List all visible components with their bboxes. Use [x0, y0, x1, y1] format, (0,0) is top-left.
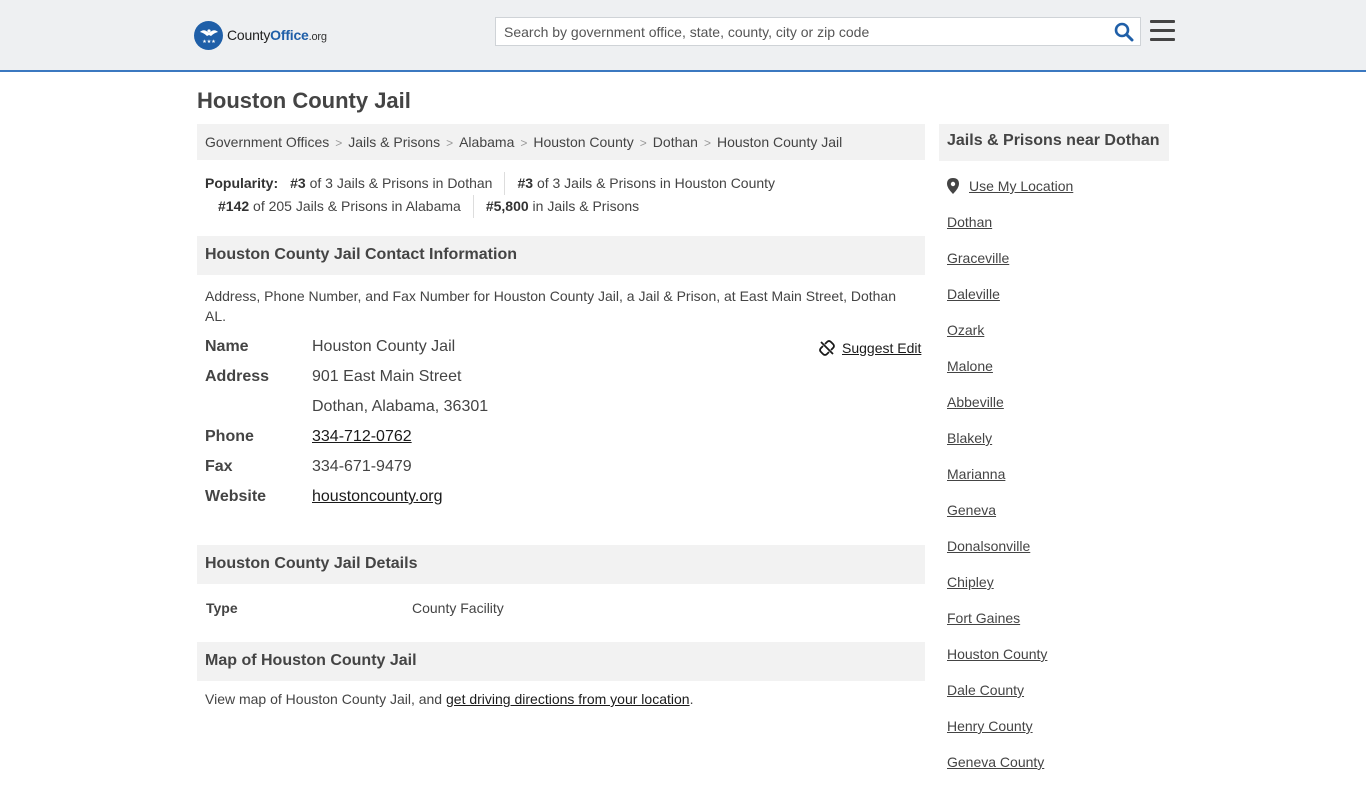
- nearby-link[interactable]: Chipley: [947, 574, 994, 590]
- details-heading: Houston County Jail Details: [197, 545, 925, 584]
- popularity-rank: #142: [218, 198, 250, 214]
- breadcrumb-jails-prisons[interactable]: Jails & Prisons: [348, 134, 440, 150]
- nearby-link[interactable]: Daleville: [947, 286, 1000, 302]
- nearby-link[interactable]: Graceville: [947, 250, 1009, 266]
- popularity-rank: #5,800: [485, 198, 529, 214]
- popularity-text: of 3 Jails & Prisons in Dothan: [309, 175, 493, 191]
- list-item: Dothan: [947, 214, 1047, 250]
- map-description: View map of Houston County Jail, and get…: [205, 691, 693, 707]
- logo-strong: Office: [270, 27, 309, 43]
- page-title: Houston County Jail: [197, 88, 411, 113]
- breadcrumb-houston-county[interactable]: Houston County: [533, 134, 633, 150]
- list-item: Blakely: [947, 430, 1047, 466]
- chevron-right-icon: >: [520, 136, 528, 150]
- name-label: Name: [205, 338, 249, 355]
- list-item: Donalsonville: [947, 538, 1047, 574]
- nearby-list: Dothan Graceville Daleville Ozark Malone…: [947, 214, 1047, 790]
- nearby-link[interactable]: Malone: [947, 358, 993, 374]
- search-icon[interactable]: [1114, 22, 1134, 42]
- website-label: Website: [205, 488, 267, 505]
- fax-label: Fax: [205, 458, 233, 475]
- list-item: Chipley: [947, 574, 1047, 610]
- list-item: Fort Gaines: [947, 610, 1047, 646]
- address-line1: 901 East Main Street: [312, 368, 462, 385]
- chevron-right-icon: >: [703, 136, 711, 150]
- nearby-link[interactable]: Blakely: [947, 430, 992, 446]
- list-item: Marianna: [947, 466, 1047, 502]
- list-item: Malone: [947, 358, 1047, 394]
- popularity-label: Popularity:: [205, 175, 279, 191]
- logo-text: CountyOffice.org: [227, 27, 327, 43]
- contact-description: Address, Phone Number, and Fax Number fo…: [205, 288, 897, 324]
- nearby-link[interactable]: Dothan: [947, 214, 992, 230]
- popularity: Popularity: #3 of 3 Jails & Prisons in D…: [205, 172, 925, 218]
- map-heading: Map of Houston County Jail: [197, 642, 925, 681]
- list-item: Dale County: [947, 682, 1047, 718]
- suggest-edit-button[interactable]: Suggest Edit: [819, 340, 921, 356]
- nearby-link[interactable]: Abbeville: [947, 394, 1004, 410]
- top-bar: ★★★ CountyOffice.org: [0, 0, 1366, 72]
- fax-value: 334-671-9479: [312, 458, 412, 475]
- logo-prefix: County: [227, 27, 271, 43]
- use-my-location-link[interactable]: Use My Location: [969, 178, 1073, 194]
- address-label: Address: [205, 368, 270, 385]
- logo-tld: .org: [308, 31, 327, 43]
- breadcrumb-alabama[interactable]: Alabama: [459, 134, 514, 150]
- list-item: Abbeville: [947, 394, 1047, 430]
- nearby-link[interactable]: Geneva: [947, 502, 996, 518]
- popularity-text: of 3 Jails & Prisons in Houston County: [536, 175, 776, 191]
- popularity-rank: #3: [517, 175, 534, 191]
- suggest-edit-link[interactable]: Suggest Edit: [842, 340, 921, 356]
- nearby-link[interactable]: Fort Gaines: [947, 610, 1020, 626]
- driving-directions-link[interactable]: get driving directions from your locatio…: [446, 691, 690, 707]
- svg-text:★★★: ★★★: [202, 39, 216, 45]
- website-link[interactable]: houstoncounty.org: [312, 488, 442, 506]
- list-item: Daleville: [947, 286, 1047, 322]
- map-marker-icon: [947, 178, 959, 194]
- search-input[interactable]: [496, 18, 1096, 45]
- type-label: Type: [206, 600, 238, 616]
- nearby-link[interactable]: Donalsonville: [947, 538, 1030, 554]
- phone-label: Phone: [205, 428, 254, 445]
- name-value: Houston County Jail: [312, 338, 456, 355]
- contact-heading: Houston County Jail Contact Information: [197, 236, 925, 275]
- eagle-logo-icon: ★★★: [194, 20, 223, 50]
- nearby-link[interactable]: Henry County: [947, 718, 1033, 734]
- nearby-link[interactable]: Dale County: [947, 682, 1024, 698]
- nearby-link[interactable]: Houston County: [947, 646, 1047, 662]
- list-item: Houston County: [947, 646, 1047, 682]
- unlink-icon: [819, 340, 835, 356]
- list-item: Geneva County: [947, 754, 1047, 790]
- chevron-right-icon: >: [335, 136, 343, 150]
- sidebar-heading: Jails & Prisons near Dothan: [939, 124, 1169, 161]
- logo[interactable]: ★★★ CountyOffice.org: [194, 20, 327, 50]
- breadcrumb: Government Offices > Jails & Prisons > Alaba…: [197, 124, 925, 160]
- popularity-rank: #3: [290, 175, 306, 191]
- address-line2: Dothan, Alabama, 36301: [312, 398, 489, 415]
- phone-link[interactable]: 334-712-0762: [312, 428, 412, 446]
- chevron-right-icon: >: [446, 136, 454, 150]
- popularity-text: in Jails & Prisons: [532, 198, 640, 214]
- nearby-link[interactable]: Marianna: [947, 466, 1005, 482]
- breadcrumb-current: Houston County Jail: [716, 134, 843, 150]
- map-text: View map of Houston County Jail, and: [205, 691, 446, 707]
- popularity-text: of 205 Jails & Prisons in Alabama: [253, 198, 461, 214]
- map-text-end: .: [689, 691, 694, 707]
- list-item: Graceville: [947, 250, 1047, 286]
- list-item: Henry County: [947, 718, 1047, 754]
- breadcrumb-government-offices[interactable]: Government Offices: [205, 134, 329, 150]
- search-bar: [495, 17, 1141, 46]
- list-item: Ozark: [947, 322, 1047, 358]
- nearby-link[interactable]: Ozark: [947, 322, 984, 338]
- use-location: Use My Location: [947, 178, 1073, 194]
- list-item: Geneva: [947, 502, 1047, 538]
- type-value: County Facility: [412, 600, 504, 616]
- hamburger-menu-icon[interactable]: [1150, 20, 1175, 42]
- breadcrumb-dothan[interactable]: Dothan: [653, 134, 698, 150]
- chevron-right-icon: >: [639, 136, 647, 150]
